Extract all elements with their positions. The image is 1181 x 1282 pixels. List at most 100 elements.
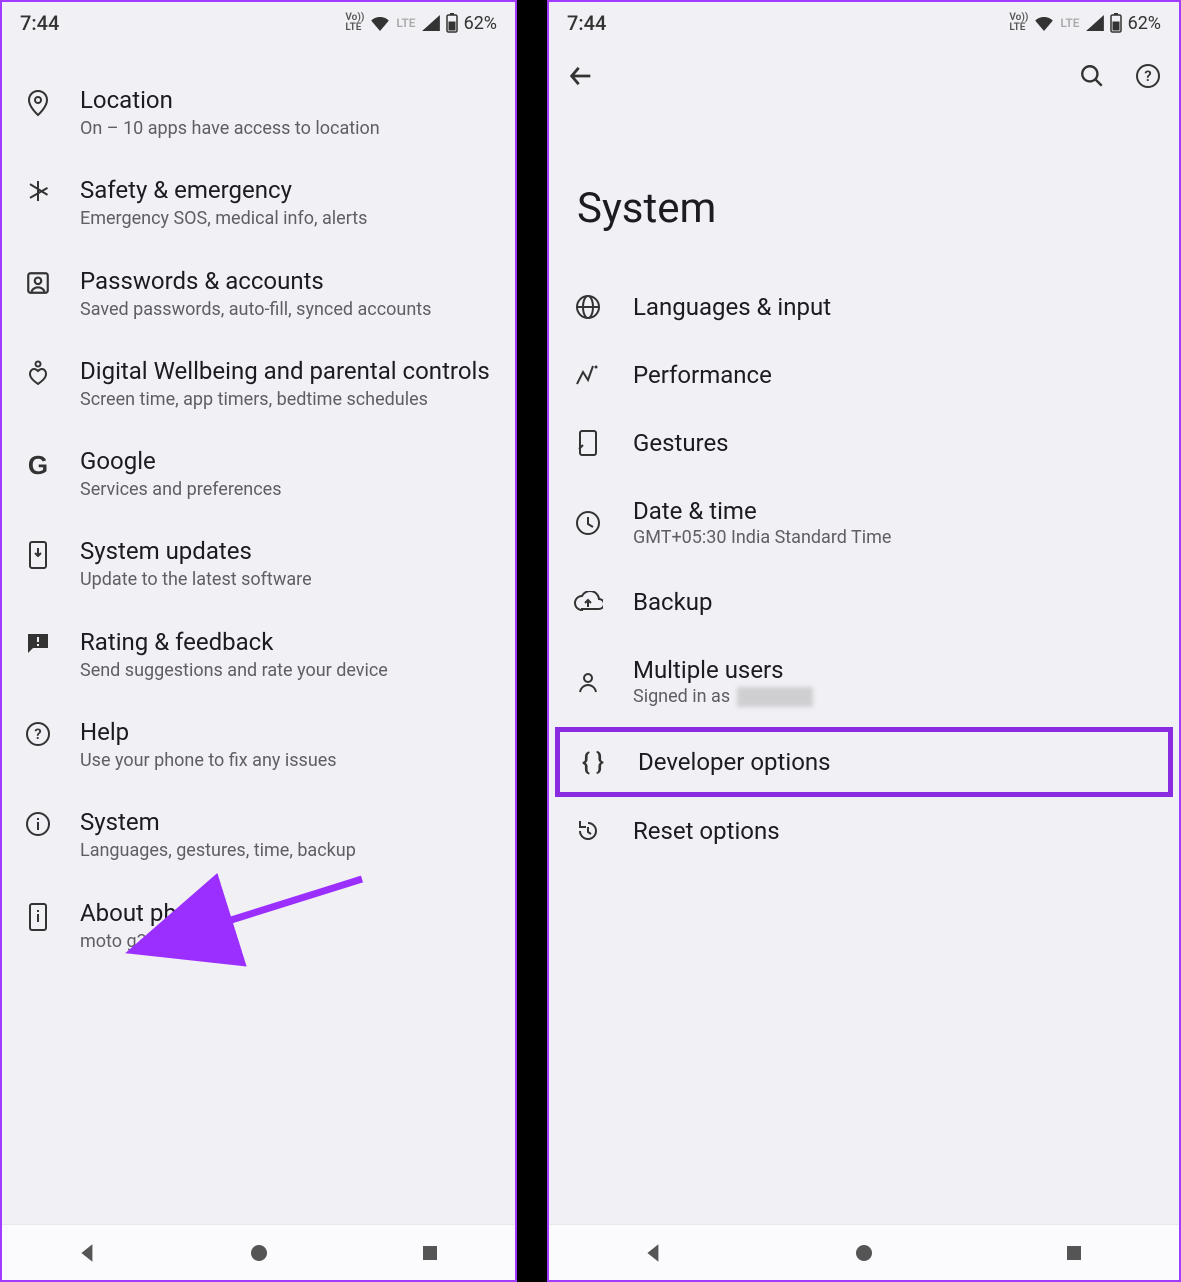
- reset-icon: [575, 818, 601, 844]
- status-icons: Vo))LTE LTE 62%: [345, 13, 497, 34]
- signal-icon: [422, 15, 440, 31]
- system-item-languages[interactable]: Languages & input: [549, 273, 1179, 341]
- signal-icon: [1086, 15, 1104, 31]
- settings-item-title: System: [80, 807, 497, 837]
- screenshot-divider: [517, 0, 547, 1282]
- nav-home-button[interactable]: [852, 1241, 876, 1265]
- status-time: 7:44: [20, 11, 345, 35]
- google-g-icon: G: [28, 450, 48, 481]
- status-icons: Vo))LTE LTE 62%: [1009, 13, 1161, 34]
- wellbeing-icon: [27, 360, 49, 386]
- nav-recent-button[interactable]: [1062, 1241, 1086, 1265]
- settings-item-wellbeing[interactable]: Digital Wellbeing and parental controls …: [2, 339, 515, 429]
- statusbar-right: 7:44 Vo))LTE LTE 62%: [549, 2, 1179, 44]
- settings-item-subtitle: Languages, gestures, time, backup: [80, 839, 497, 863]
- svg-text:?: ?: [1144, 67, 1151, 85]
- wifi-icon: [1034, 15, 1054, 31]
- system-item-title: Developer options: [638, 748, 831, 776]
- system-item-title: Gestures: [633, 429, 729, 457]
- system-toolbar: ?: [549, 44, 1179, 94]
- settings-item-subtitle: Saved passwords, auto-fill, synced accou…: [80, 298, 497, 322]
- lte-label: LTE: [396, 16, 415, 30]
- person-icon: [576, 670, 600, 694]
- settings-item-title: System updates: [80, 536, 497, 566]
- system-item-backup[interactable]: Backup: [549, 568, 1179, 636]
- settings-item-subtitle: Emergency SOS, medical info, alerts: [80, 207, 497, 231]
- braces-icon: { }: [582, 748, 604, 776]
- settings-item-subtitle: Send suggestions and rate your device: [80, 659, 497, 683]
- system-item-multiuser[interactable]: Multiple users Signed in as: [549, 636, 1179, 727]
- settings-item-help[interactable]: ? Help Use your phone to fix any issues: [2, 700, 515, 790]
- nav-recent-button[interactable]: [418, 1241, 442, 1265]
- settings-item-about[interactable]: About phone moto g32: [2, 881, 515, 971]
- help-button[interactable]: ?: [1135, 63, 1161, 93]
- phone-left: 7:44 Vo))LTE LTE 62% Location On – 10 ap…: [0, 0, 517, 1282]
- system-item-subtitle: GMT+05:30 India Standard Time: [633, 527, 891, 548]
- settings-item-rating[interactable]: Rating & feedback Send suggestions and r…: [2, 610, 515, 700]
- battery-percent: 62%: [1128, 13, 1161, 34]
- settings-item-system-updates[interactable]: System updates Update to the latest soft…: [2, 519, 515, 609]
- battery-percent: 62%: [464, 13, 497, 34]
- clock-icon: [575, 510, 601, 536]
- system-item-title: Backup: [633, 588, 712, 616]
- settings-item-google[interactable]: G Google Services and preferences: [2, 429, 515, 519]
- settings-item-subtitle: Update to the latest software: [80, 568, 497, 592]
- phone-right: 7:44 Vo))LTE LTE 62% ? System Languages …: [547, 0, 1181, 1282]
- navbar-left: [2, 1224, 515, 1280]
- settings-item-title: Google: [80, 446, 497, 476]
- cloud-upload-icon: [573, 591, 603, 613]
- settings-item-system[interactable]: System Languages, gestures, time, backup: [2, 790, 515, 880]
- lte-label: LTE: [1060, 16, 1079, 30]
- info-icon: [25, 811, 51, 837]
- gestures-icon: [577, 429, 599, 457]
- system-item-title: Date & time: [633, 497, 891, 525]
- svg-text:?: ?: [34, 725, 41, 743]
- settings-item-title: Help: [80, 717, 497, 747]
- settings-item-title: Rating & feedback: [80, 627, 497, 657]
- battery-icon: [1110, 13, 1122, 33]
- battery-icon: [446, 13, 458, 33]
- volte-icon: Vo))LTE: [1009, 13, 1028, 33]
- back-button[interactable]: [567, 62, 595, 94]
- settings-item-location[interactable]: Location On – 10 apps have access to loc…: [2, 68, 515, 158]
- asterisk-icon: [26, 179, 50, 203]
- system-item-performance[interactable]: Performance: [549, 341, 1179, 409]
- performance-icon: [575, 364, 601, 386]
- system-item-gestures[interactable]: Gestures: [549, 409, 1179, 477]
- navbar-right: [549, 1224, 1179, 1280]
- system-item-title: Multiple users: [633, 656, 813, 684]
- system-item-datetime[interactable]: Date & time GMT+05:30 India Standard Tim…: [549, 477, 1179, 568]
- redacted-username: [737, 687, 813, 707]
- nav-back-button[interactable]: [76, 1241, 100, 1265]
- nav-back-button[interactable]: [642, 1241, 666, 1265]
- account-box-icon: [25, 270, 51, 296]
- status-time: 7:44: [567, 11, 1009, 35]
- settings-item-passwords[interactable]: Passwords & accounts Saved passwords, au…: [2, 249, 515, 339]
- search-button[interactable]: [1079, 63, 1105, 93]
- settings-item-subtitle: Services and preferences: [80, 478, 497, 502]
- nav-home-button[interactable]: [247, 1241, 271, 1265]
- settings-item-subtitle: On – 10 apps have access to location: [80, 117, 497, 141]
- system-list: Languages & input Performance Gestures D…: [549, 273, 1179, 865]
- location-icon: [26, 89, 50, 117]
- system-item-title: Languages & input: [633, 293, 831, 321]
- settings-item-title: Safety & emergency: [80, 175, 497, 205]
- statusbar-left: 7:44 Vo))LTE LTE 62%: [2, 2, 515, 44]
- settings-item-title: Passwords & accounts: [80, 266, 497, 296]
- settings-item-subtitle: Screen time, app timers, bedtime schedul…: [80, 388, 497, 412]
- page-title: System: [549, 94, 1179, 273]
- settings-item-subtitle: Use your phone to fix any issues: [80, 749, 497, 773]
- volte-icon: Vo))LTE: [345, 13, 364, 33]
- feedback-icon: [25, 631, 51, 655]
- settings-item-title: About phone: [80, 898, 497, 928]
- settings-item-safety[interactable]: Safety & emergency Emergency SOS, medica…: [2, 158, 515, 248]
- phone-download-icon: [28, 540, 48, 570]
- system-item-subtitle: Signed in as: [633, 686, 813, 707]
- globe-icon: [575, 294, 601, 320]
- system-item-title: Performance: [633, 361, 772, 389]
- settings-item-subtitle: moto g32: [80, 930, 497, 954]
- system-item-developer-options[interactable]: { } Developer options: [555, 727, 1173, 797]
- help-icon: ?: [25, 721, 51, 747]
- settings-item-title: Digital Wellbeing and parental controls: [80, 356, 497, 386]
- system-item-reset[interactable]: Reset options: [549, 797, 1179, 865]
